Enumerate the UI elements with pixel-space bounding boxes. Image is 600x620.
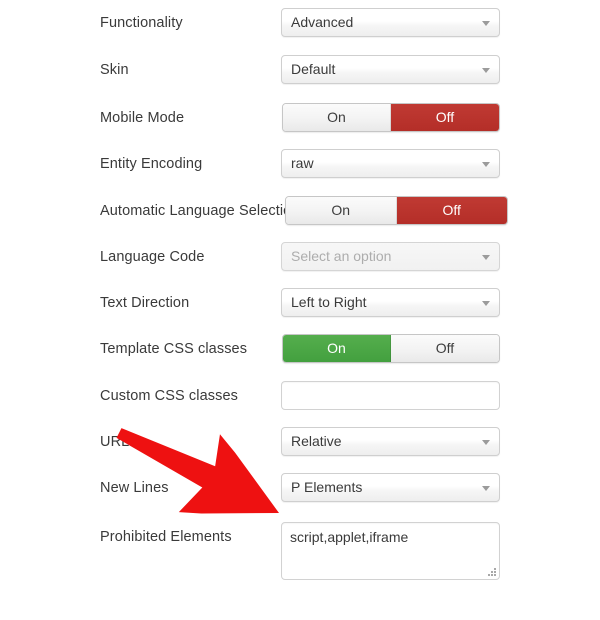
toggle-mobile-mode-on[interactable]: On [283, 104, 391, 131]
chevron-down-icon [482, 486, 490, 491]
form-row-language-code: Language Code Select an option [0, 242, 600, 288]
select-language-code-value: Select an option [291, 248, 392, 264]
label-text-direction: Text Direction [100, 295, 190, 311]
toggle-automatic-language-selection-off[interactable]: Off [396, 197, 507, 224]
form-row-automatic-language-selection: Automatic Language Selection On Off [0, 196, 600, 242]
resize-handle-icon[interactable] [487, 567, 497, 577]
form-row-urls: URLs Relative [0, 427, 600, 473]
toggle-template-css-classes-on[interactable]: On [283, 335, 391, 362]
form-row-new-lines: New Lines P Elements [0, 473, 600, 519]
textarea-prohibited-elements-value: script,applet,iframe [290, 529, 409, 545]
select-new-lines-value: P Elements [291, 479, 363, 495]
form-row-text-direction: Text Direction Left to Right [0, 288, 600, 334]
label-custom-css-classes: Custom CSS classes [100, 388, 238, 404]
select-functionality-value: Advanced [291, 14, 354, 30]
label-automatic-language-selection: Automatic Language Selection [100, 203, 300, 219]
label-functionality: Functionality [100, 15, 183, 31]
label-prohibited-elements: Prohibited Elements [100, 529, 232, 545]
form-row-prohibited-elements: Prohibited Elements script,applet,iframe [0, 522, 600, 586]
select-new-lines[interactable]: P Elements [281, 473, 500, 502]
label-template-css-classes: Template CSS classes [100, 341, 248, 357]
toggle-mobile-mode[interactable]: On Off [282, 103, 500, 132]
chevron-down-icon [482, 68, 490, 73]
chevron-down-icon [482, 440, 490, 445]
label-urls: URLs [100, 434, 137, 450]
select-skin[interactable]: Default [281, 55, 500, 84]
form-row-skin: Skin Default [0, 55, 600, 101]
form-row-mobile-mode: Mobile Mode On Off [0, 103, 600, 149]
label-language-code: Language Code [100, 249, 205, 265]
toggle-template-css-classes[interactable]: On Off [282, 334, 500, 363]
select-text-direction-value: Left to Right [291, 294, 367, 310]
form-row-custom-css-classes: Custom CSS classes [0, 381, 600, 427]
form-row-template-css-classes: Template CSS classes On Off [0, 334, 600, 380]
textarea-prohibited-elements[interactable]: script,applet,iframe [281, 522, 500, 580]
chevron-down-icon [482, 21, 490, 26]
editor-settings-form: Functionality Advanced Skin Default Mobi… [0, 0, 600, 620]
chevron-down-icon [482, 255, 490, 260]
select-functionality[interactable]: Advanced [281, 8, 500, 37]
select-urls[interactable]: Relative [281, 427, 500, 456]
form-row-functionality: Functionality Advanced [0, 8, 600, 54]
select-urls-value: Relative [291, 433, 342, 449]
label-mobile-mode: Mobile Mode [100, 110, 185, 126]
form-row-entity-encoding: Entity Encoding raw [0, 149, 600, 195]
select-entity-encoding-value: raw [291, 155, 314, 171]
select-entity-encoding[interactable]: raw [281, 149, 500, 178]
toggle-template-css-classes-off[interactable]: Off [391, 335, 499, 362]
toggle-mobile-mode-off[interactable]: Off [391, 104, 499, 131]
toggle-automatic-language-selection[interactable]: On Off [285, 196, 508, 225]
select-skin-value: Default [291, 61, 336, 77]
label-entity-encoding: Entity Encoding [100, 156, 203, 172]
chevron-down-icon [482, 301, 490, 306]
select-language-code[interactable]: Select an option [281, 242, 500, 271]
input-custom-css-classes[interactable] [281, 381, 500, 410]
toggle-automatic-language-selection-on[interactable]: On [286, 197, 397, 224]
select-text-direction[interactable]: Left to Right [281, 288, 500, 317]
label-new-lines: New Lines [100, 480, 169, 496]
chevron-down-icon [482, 162, 490, 167]
label-skin: Skin [100, 62, 129, 78]
